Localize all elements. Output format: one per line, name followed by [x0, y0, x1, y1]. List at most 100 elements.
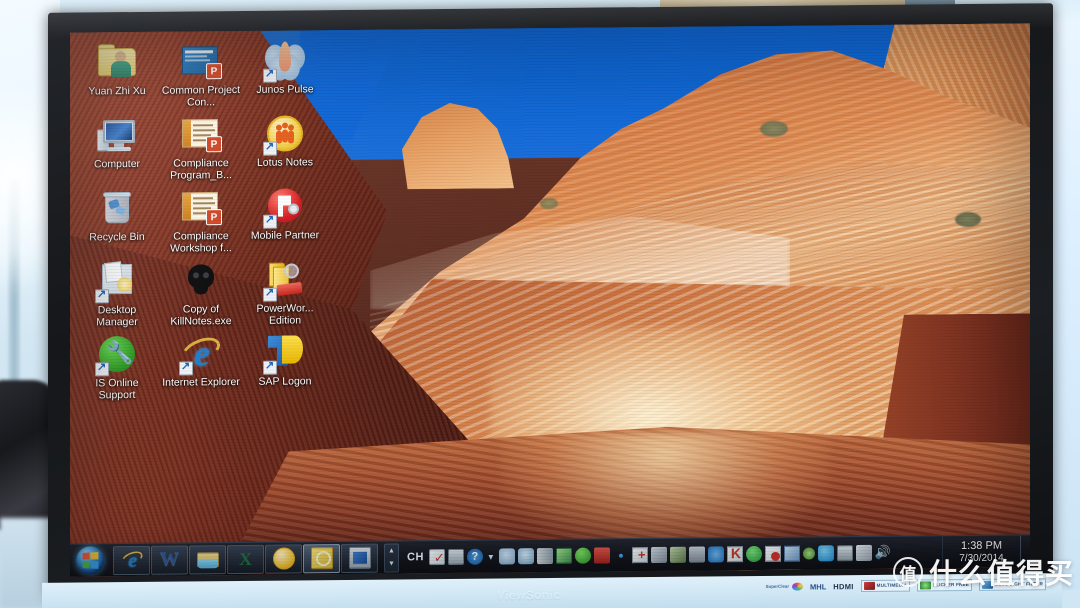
- battery-icon[interactable]: [536, 547, 553, 565]
- taskbar-item-lotus-notes[interactable]: [265, 543, 302, 574]
- desktop-icon-computer[interactable]: Computer: [76, 113, 158, 183]
- clock-time: 1:38 PM: [961, 539, 1002, 552]
- desktop-icon-recycle-bin[interactable]: Recycle Bin: [76, 186, 158, 256]
- desktop-icon-label: Recycle Bin: [89, 230, 145, 244]
- kaspersky-icon[interactable]: K: [726, 545, 743, 563]
- volume-muted-icon[interactable]: 🔊: [875, 545, 891, 561]
- scroll-down-icon[interactable]: ▼: [388, 561, 395, 568]
- desktop-icon-lotus-notes[interactable]: Lotus Notes: [244, 111, 326, 181]
- taskbar-item-microsoft-word[interactable]: W: [151, 544, 188, 575]
- tray-overflow-arrow-icon[interactable]: ▼: [486, 552, 496, 561]
- desktop-icon-label: Yuan Zhi Xu: [88, 84, 146, 98]
- computer-icon: [95, 113, 139, 157]
- desktop-icon-grid: Yuan Zhi Xu P Common Project Con... ↗ Ju…: [76, 38, 326, 401]
- desktop-icon-label: Mobile Partner: [250, 229, 320, 242]
- internet-explorer-icon: e: [178, 331, 224, 376]
- lotus-notes-icon: [272, 546, 296, 570]
- taskbar-item-microsoft-excel[interactable]: X: [227, 544, 264, 574]
- grid-icon[interactable]: [783, 545, 800, 562]
- shortcut-overlay-icon: [263, 287, 277, 302]
- refresh-icon[interactable]: [817, 545, 834, 562]
- superclear-badge: SuperClear: [765, 582, 804, 591]
- shortcut-overlay-icon: [263, 141, 277, 156]
- scroll-up-icon[interactable]: ▲: [388, 547, 395, 554]
- blue-light-filter-badge: BLUE LIGHT FILTER: [979, 578, 1046, 591]
- desktop-icon-compliance-program-b[interactable]: P Compliance Program_B...: [160, 112, 242, 182]
- word-icon: W: [160, 548, 179, 570]
- internet-explorer-icon: e: [119, 548, 145, 572]
- superclear-label: SuperClear: [765, 583, 790, 589]
- desktop-icon-label: Common Project Con...: [161, 83, 241, 108]
- clock-date: 7/30/2014: [959, 552, 1004, 564]
- photo-scene: Yuan Zhi Xu P Common Project Con... ↗ Ju…: [0, 0, 1080, 608]
- taskbar-item-internet-explorer[interactable]: e: [113, 545, 150, 575]
- taskbar-scroll-buttons[interactable]: ▲ ▼: [384, 542, 399, 573]
- folder-explorer-icon: [196, 547, 220, 571]
- show-desktop-button[interactable]: [1020, 534, 1030, 568]
- taskbar-item-windows-explorer[interactable]: [189, 544, 226, 574]
- superclear-swatch-icon: [792, 582, 804, 591]
- taskbar-pinned-apps: e W X: [113, 543, 378, 575]
- desktop-icon-is-online-support[interactable]: 🔧 IS Online Support: [76, 332, 158, 402]
- multimedia-swatch-icon: [863, 581, 875, 591]
- desktop-icon-compliance-workshop-f[interactable]: P Compliance Workshop f...: [160, 185, 242, 255]
- shortcut-overlay-icon: [263, 68, 277, 83]
- display-card-icon[interactable]: [555, 547, 572, 564]
- desktop-icon-mobile-partner[interactable]: Mobile Partner: [244, 184, 326, 254]
- viewsonic-logo: ViewSonic: [497, 587, 561, 603]
- desktop-icon-common-project-con[interactable]: P Common Project Con...: [160, 39, 242, 109]
- sap-tray-icon[interactable]: [650, 546, 667, 564]
- floppy-icon[interactable]: [688, 546, 705, 563]
- blue-light-label: BLUE LIGHT FILTER: [995, 581, 1043, 588]
- ime-keyboard-icon[interactable]: [447, 548, 464, 565]
- windows-logo-icon: [76, 546, 104, 575]
- taskbar-item-powerword[interactable]: [303, 543, 340, 573]
- junos-pulse-icon: [263, 38, 307, 83]
- battery-plug-icon[interactable]: [836, 545, 853, 562]
- sync-icon[interactable]: [745, 545, 762, 563]
- red-notes-icon[interactable]: +: [631, 547, 648, 564]
- desktop-icon-internet-explorer[interactable]: e Internet Explorer: [160, 331, 242, 401]
- network-icon[interactable]: [498, 548, 515, 565]
- taskbar-clock[interactable]: 1:38 PM 7/30/2014: [942, 534, 1020, 569]
- powerpoint-doc-icon: P: [179, 39, 223, 83]
- shortcut-overlay-icon: [95, 289, 109, 304]
- monitor-feature-badges: SuperClear MHL HDMI MULTIMEDIA FLICKER F…: [766, 578, 1046, 593]
- network-icon-2[interactable]: [517, 548, 534, 565]
- powerword-icon: [263, 257, 307, 302]
- shortcut-overlay-icon: [263, 214, 277, 229]
- monitor-tray-icon[interactable]: [669, 546, 686, 563]
- multimedia-badge: MULTIMEDIA: [860, 579, 911, 593]
- desktop-icon-label: Compliance Program_B...: [170, 157, 232, 182]
- sap-logon-icon: [263, 330, 307, 375]
- green-shield-icon[interactable]: [574, 547, 591, 564]
- start-button[interactable]: [74, 545, 110, 575]
- hand-icon[interactable]: [707, 546, 724, 563]
- ime-pen-icon[interactable]: ✓: [428, 549, 445, 566]
- desktop-icon-sap-logon[interactable]: SAP Logon: [244, 330, 326, 400]
- pdf-icon[interactable]: [764, 545, 781, 562]
- desktop-icon-label: Lotus Notes: [256, 156, 314, 169]
- language-indicator[interactable]: CH: [407, 551, 424, 563]
- taskbar-item-window-app[interactable]: [341, 543, 378, 573]
- ime-help-icon[interactable]: ?: [466, 548, 483, 565]
- powerpoint-doc-icon: P: [179, 112, 223, 156]
- desktop-icon-desktop-manager[interactable]: Desktop Manager: [76, 259, 158, 329]
- powerpoint-doc-icon: P: [179, 185, 223, 229]
- green-dot-icon[interactable]: [802, 547, 815, 560]
- bluetooth-icon[interactable]: •: [613, 547, 629, 563]
- desktop-icon-powerword-edition[interactable]: PowerWor... Edition: [244, 257, 326, 327]
- eject-icon[interactable]: [855, 544, 872, 562]
- mhl-badge: MHL: [810, 581, 827, 592]
- lotus-notes-icon: [263, 111, 307, 156]
- desktop-icon-copy-of-killnotes[interactable]: Copy of KillNotes.exe: [160, 258, 242, 328]
- desktop-manager-icon: [95, 259, 139, 304]
- desktop-icon-label: Junos Pulse: [256, 83, 314, 96]
- wrench-support-icon: 🔧: [95, 332, 139, 377]
- powerword-icon: [310, 546, 334, 570]
- skull-icon: [179, 258, 223, 302]
- desktop-icon-yuan-zhi-xu[interactable]: Yuan Zhi Xu: [76, 40, 158, 110]
- desktop-icon-junos-pulse[interactable]: Junos Pulse: [244, 38, 326, 108]
- desktop-icon-label: PowerWor... Edition: [256, 302, 314, 327]
- printer-icon[interactable]: [593, 547, 610, 564]
